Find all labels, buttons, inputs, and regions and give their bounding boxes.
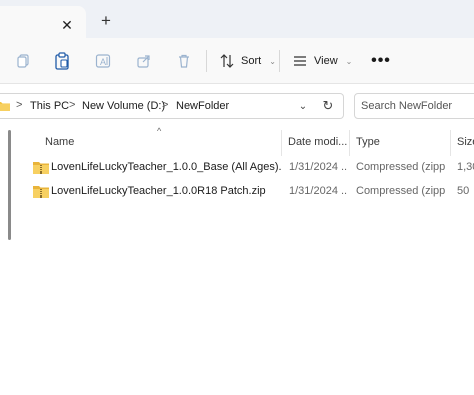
column-divider[interactable]: [349, 130, 350, 156]
address-bar[interactable]: > This PC > New Volume (D:) > NewFolder …: [0, 93, 344, 119]
address-row: > This PC > New Volume (D:) > NewFolder …: [0, 84, 474, 126]
tab-strip: ✕ +: [0, 0, 474, 38]
breadcrumb-this-pc[interactable]: This PC: [30, 100, 69, 112]
file-list: ^ Name Date modi... Type Size LovenLifeL…: [0, 126, 474, 366]
zip-folder-icon: [33, 186, 49, 198]
more-options-button[interactable]: •••: [370, 50, 392, 72]
sort-button[interactable]: Sort ⌄: [219, 49, 276, 73]
sort-label: Sort: [241, 55, 262, 67]
view-label: View: [314, 55, 338, 67]
tab-newfolder[interactable]: ✕: [0, 6, 86, 38]
rename-icon[interactable]: A: [93, 51, 113, 71]
folder-icon: [0, 102, 10, 111]
status-area: [0, 366, 474, 395]
file-name: LovenLifeLuckyTeacher_1.0.0_Base (All Ag…: [51, 161, 281, 173]
column-header-size[interactable]: Size: [457, 136, 474, 148]
file-size: 1,30: [457, 161, 474, 173]
toolbar-divider: [206, 50, 207, 72]
file-type: Compressed (zipp...: [356, 161, 446, 173]
search-input[interactable]: [354, 93, 474, 119]
column-divider[interactable]: [281, 130, 282, 156]
view-button[interactable]: View ⌄: [292, 49, 352, 73]
svg-text:A: A: [100, 57, 106, 67]
column-header-name[interactable]: Name: [45, 136, 74, 148]
column-header-row: Name Date modi... Type Size: [0, 130, 474, 156]
file-date: 1/31/2024 ...: [289, 161, 347, 173]
paste-icon[interactable]: [52, 51, 72, 71]
file-size: 50: [457, 185, 470, 197]
sort-icon: [220, 54, 234, 68]
refresh-icon[interactable]: ↻: [320, 97, 336, 115]
tab-close-button[interactable]: ✕: [58, 16, 76, 34]
chevron-down-icon: ⌄: [269, 56, 276, 66]
toolbar-divider: [279, 50, 280, 72]
column-header-date[interactable]: Date modi...: [288, 136, 347, 148]
column-divider[interactable]: [450, 130, 451, 156]
zip-folder-icon: [33, 162, 49, 174]
file-row[interactable]: LovenLifeLuckyTeacher_1.0.0_Base (All Ag…: [0, 157, 474, 179]
file-name: LovenLifeLuckyTeacher_1.0.0R18 Patch.zip: [51, 185, 266, 197]
breadcrumb-separator: >: [16, 99, 23, 111]
breadcrumb-new-volume[interactable]: New Volume (D:): [82, 100, 165, 112]
new-tab-button[interactable]: +: [96, 11, 116, 31]
breadcrumb-separator: >: [69, 99, 76, 111]
command-bar: A Sort ⌄ View ⌄ •••: [0, 38, 474, 84]
copy-icon[interactable]: [13, 51, 33, 71]
address-history-dropdown[interactable]: ⌄: [296, 98, 310, 114]
share-icon[interactable]: [134, 51, 154, 71]
breadcrumb-separator: >: [162, 99, 169, 111]
file-type: Compressed (zipp...: [356, 185, 446, 197]
view-icon: [294, 56, 306, 66]
column-header-type[interactable]: Type: [356, 136, 380, 148]
file-date: 1/31/2024 ...: [289, 185, 347, 197]
breadcrumb-newfolder[interactable]: NewFolder: [176, 100, 229, 112]
delete-icon[interactable]: [174, 51, 194, 71]
file-row[interactable]: LovenLifeLuckyTeacher_1.0.0R18 Patch.zip…: [0, 181, 474, 203]
chevron-down-icon: ⌄: [345, 56, 353, 66]
